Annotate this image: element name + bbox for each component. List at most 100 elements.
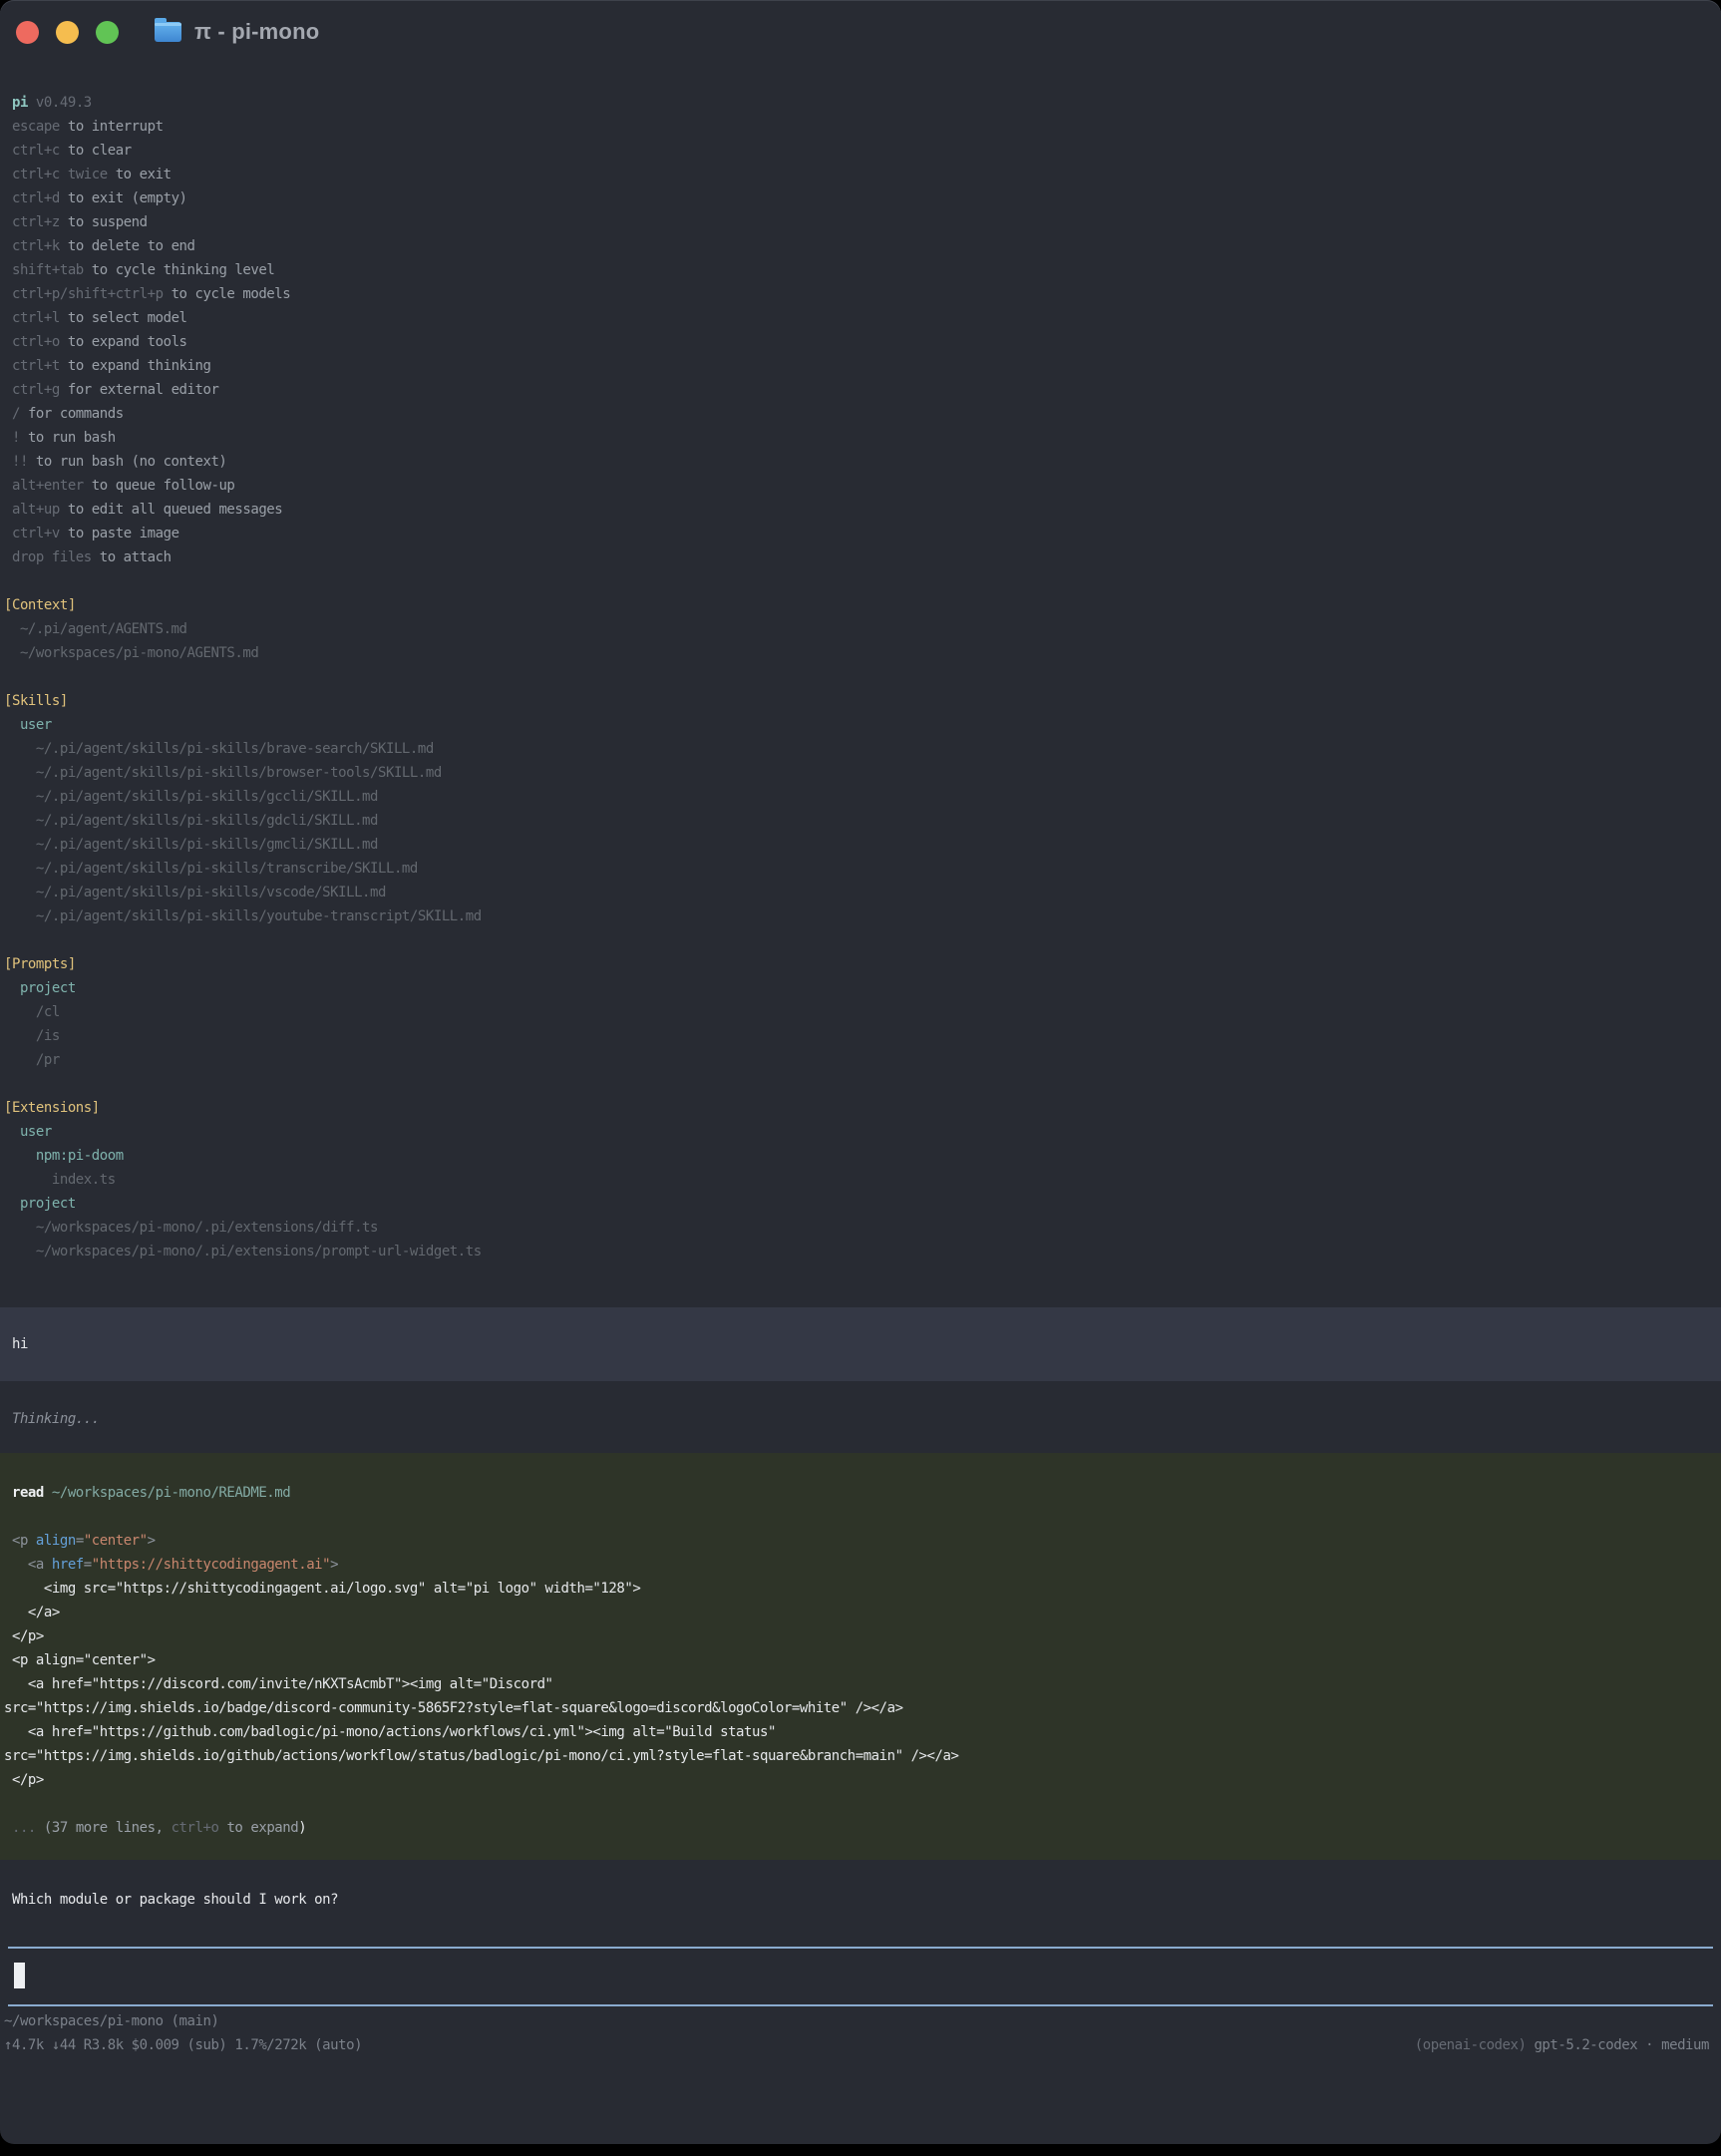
window-title: π - pi-mono [194, 19, 319, 45]
text-segment: ~/.pi/agent/AGENTS.md [4, 621, 187, 637]
session-header-line: project [0, 976, 1721, 1000]
text-segment: to clear [68, 143, 132, 159]
text-segment: to exit [116, 167, 172, 182]
session-header-line: ! to run bash [0, 426, 1721, 450]
tool-call-read-line: <p align="center"> [0, 1529, 1721, 1553]
session-header-line: ~/.pi/agent/AGENTS.md [0, 617, 1721, 641]
tool-call-read-line: <a href="https://shittycodingagent.ai"> [0, 1553, 1721, 1577]
text-segment: to attach [100, 549, 172, 565]
session-header-line: project [0, 1192, 1721, 1216]
text-segment: shift+tab [4, 262, 92, 278]
session-header-line: ctrl+c twice to exit [0, 163, 1721, 186]
text-segment: ~/.pi/agent/skills/pi-skills/gmcli/SKILL… [4, 837, 378, 853]
prompt-input[interactable] [8, 1947, 1713, 2006]
text-segment: ~/workspaces/pi-mono/README.md [52, 1485, 290, 1501]
text-segment: /pr [4, 1052, 60, 1068]
tool-call-read-line: src="https://img.shields.io/badge/discor… [0, 1696, 1721, 1720]
close-button[interactable] [16, 21, 39, 44]
session-header-line [0, 1072, 1721, 1096]
text-segment: [Skills] [4, 693, 68, 709]
text-segment: <a href="https://discord.com/invite/nKXT… [4, 1676, 553, 1692]
session-header-line: alt+up to edit all queued messages [0, 498, 1721, 522]
text-segment: (37 more lines, [44, 1820, 172, 1836]
text-segment: v0.49.3 [28, 95, 92, 111]
session-header-line: ctrl+g for external editor [0, 378, 1721, 402]
session-header-line: [Extensions] [0, 1096, 1721, 1120]
text-segment: ctrl+o [172, 1820, 227, 1836]
text-segment: drop files [4, 549, 100, 565]
session-header-line [0, 928, 1721, 952]
text-segment: !! [4, 454, 36, 470]
text-segment: /is [4, 1028, 60, 1044]
session-header-line: ctrl+c to clear [0, 139, 1721, 163]
tool-call-read-line: src="https://img.shields.io/github/actio… [0, 1744, 1721, 1768]
text-segment: hi [4, 1336, 28, 1352]
tool-call-read-line: <a href="https://discord.com/invite/nKXT… [0, 1672, 1721, 1696]
text-segment: Which module or package should I work on… [4, 1892, 338, 1908]
text-segment: to suspend [68, 214, 148, 230]
session-header-line: ctrl+l to select model [0, 306, 1721, 330]
tool-call-read: read ~/workspaces/pi-mono/README.md <p a… [0, 1453, 1721, 1860]
text-segment: = [84, 1557, 92, 1573]
session-header-line: [Prompts] [0, 952, 1721, 976]
user-message: hi [0, 1307, 1721, 1381]
thinking-indicator-line: Thinking... [0, 1407, 1721, 1431]
session-header-line: ~/.pi/agent/skills/pi-skills/gdcli/SKILL… [0, 809, 1721, 833]
text-segment: [Context] [4, 597, 76, 613]
minimize-button[interactable] [56, 21, 79, 44]
session-header-line: escape to interrupt [0, 115, 1721, 139]
text-segment: to exit (empty) [68, 190, 187, 206]
text-segment: index.ts [4, 1172, 116, 1188]
text-segment: = [76, 1533, 84, 1549]
text-segment: </a> [4, 1605, 60, 1620]
text-segment: ctrl+t [4, 358, 68, 374]
text-segment: to expand tools [68, 334, 187, 350]
text-segment: to select model [68, 310, 187, 326]
text-segment: (openai-codex) [1415, 2037, 1535, 2053]
terminal-window: π - pi-mono pi v0.49.3 escape to interru… [0, 0, 1721, 2144]
session-header-line: ctrl+k to delete to end [0, 234, 1721, 258]
status-bar-line: ~/workspaces/pi-mono (main) [0, 2009, 1721, 2033]
session-header-line: ~/workspaces/pi-mono/.pi/extensions/diff… [0, 1216, 1721, 1240]
status-bar-line: ↑4.7k ↓44 R3.8k $0.009 (sub) 1.7%/272k (… [0, 2033, 1721, 2057]
traffic-lights [16, 21, 119, 44]
text-segment: to delete to end [68, 238, 195, 254]
session-header-line: ~/.pi/agent/skills/pi-skills/brave-searc… [0, 737, 1721, 761]
text-segment: ~/workspaces/pi-mono (main) [4, 2013, 218, 2029]
assistant-question-line: Which module or package should I work on… [0, 1888, 1721, 1912]
session-header-line: [Context] [0, 593, 1721, 617]
session-header-line: user [0, 1120, 1721, 1144]
text-segment: to expand thinking [68, 358, 211, 374]
text-segment: ctrl+p/shift+ctrl+p [4, 286, 172, 302]
text-segment: gpt-5.2-codex · medium [1534, 2037, 1709, 2053]
text-segment: user [4, 1124, 52, 1140]
title-bar[interactable]: π - pi-mono [0, 0, 1721, 64]
session-header-line: drop files to attach [0, 545, 1721, 569]
text-cursor[interactable] [14, 1963, 25, 1988]
session-header-line [0, 569, 1721, 593]
session-header-line: ctrl+o to expand tools [0, 330, 1721, 354]
text-segment: ctrl+d [4, 190, 68, 206]
session-header-line: ~/.pi/agent/skills/pi-skills/browser-too… [0, 761, 1721, 785]
session-header-line: alt+enter to queue follow-up [0, 474, 1721, 498]
text-segment: to paste image [68, 526, 179, 541]
tool-call-read-line [0, 1792, 1721, 1816]
zoom-button[interactable] [96, 21, 119, 44]
text-segment: user [4, 717, 52, 733]
text-segment: "center" [84, 1533, 148, 1549]
text-segment: align [36, 1533, 76, 1549]
session-header-line: ~/.pi/agent/skills/pi-skills/vscode/SKIL… [0, 881, 1721, 904]
text-segment: npm:pi-doom [4, 1148, 124, 1164]
session-header-line: ctrl+p/shift+ctrl+p to cycle models [0, 282, 1721, 306]
text-segment: ~/.pi/agent/skills/pi-skills/gccli/SKILL… [4, 789, 378, 805]
session-header-line: /cl [0, 1000, 1721, 1024]
text-segment: > [148, 1533, 156, 1549]
text-segment: ~/.pi/agent/skills/pi-skills/vscode/SKIL… [4, 885, 386, 900]
text-segment: ctrl+k [4, 238, 68, 254]
tool-call-read-line: <a href="https://github.com/badlogic/pi-… [0, 1720, 1721, 1744]
text-segment: ~/workspaces/pi-mono/.pi/extensions/prom… [4, 1244, 482, 1259]
text-segment: ctrl+g [4, 382, 68, 398]
session-header-line: index.ts [0, 1168, 1721, 1192]
text-segment: to run bash [28, 430, 116, 446]
text-segment: / [4, 406, 28, 422]
